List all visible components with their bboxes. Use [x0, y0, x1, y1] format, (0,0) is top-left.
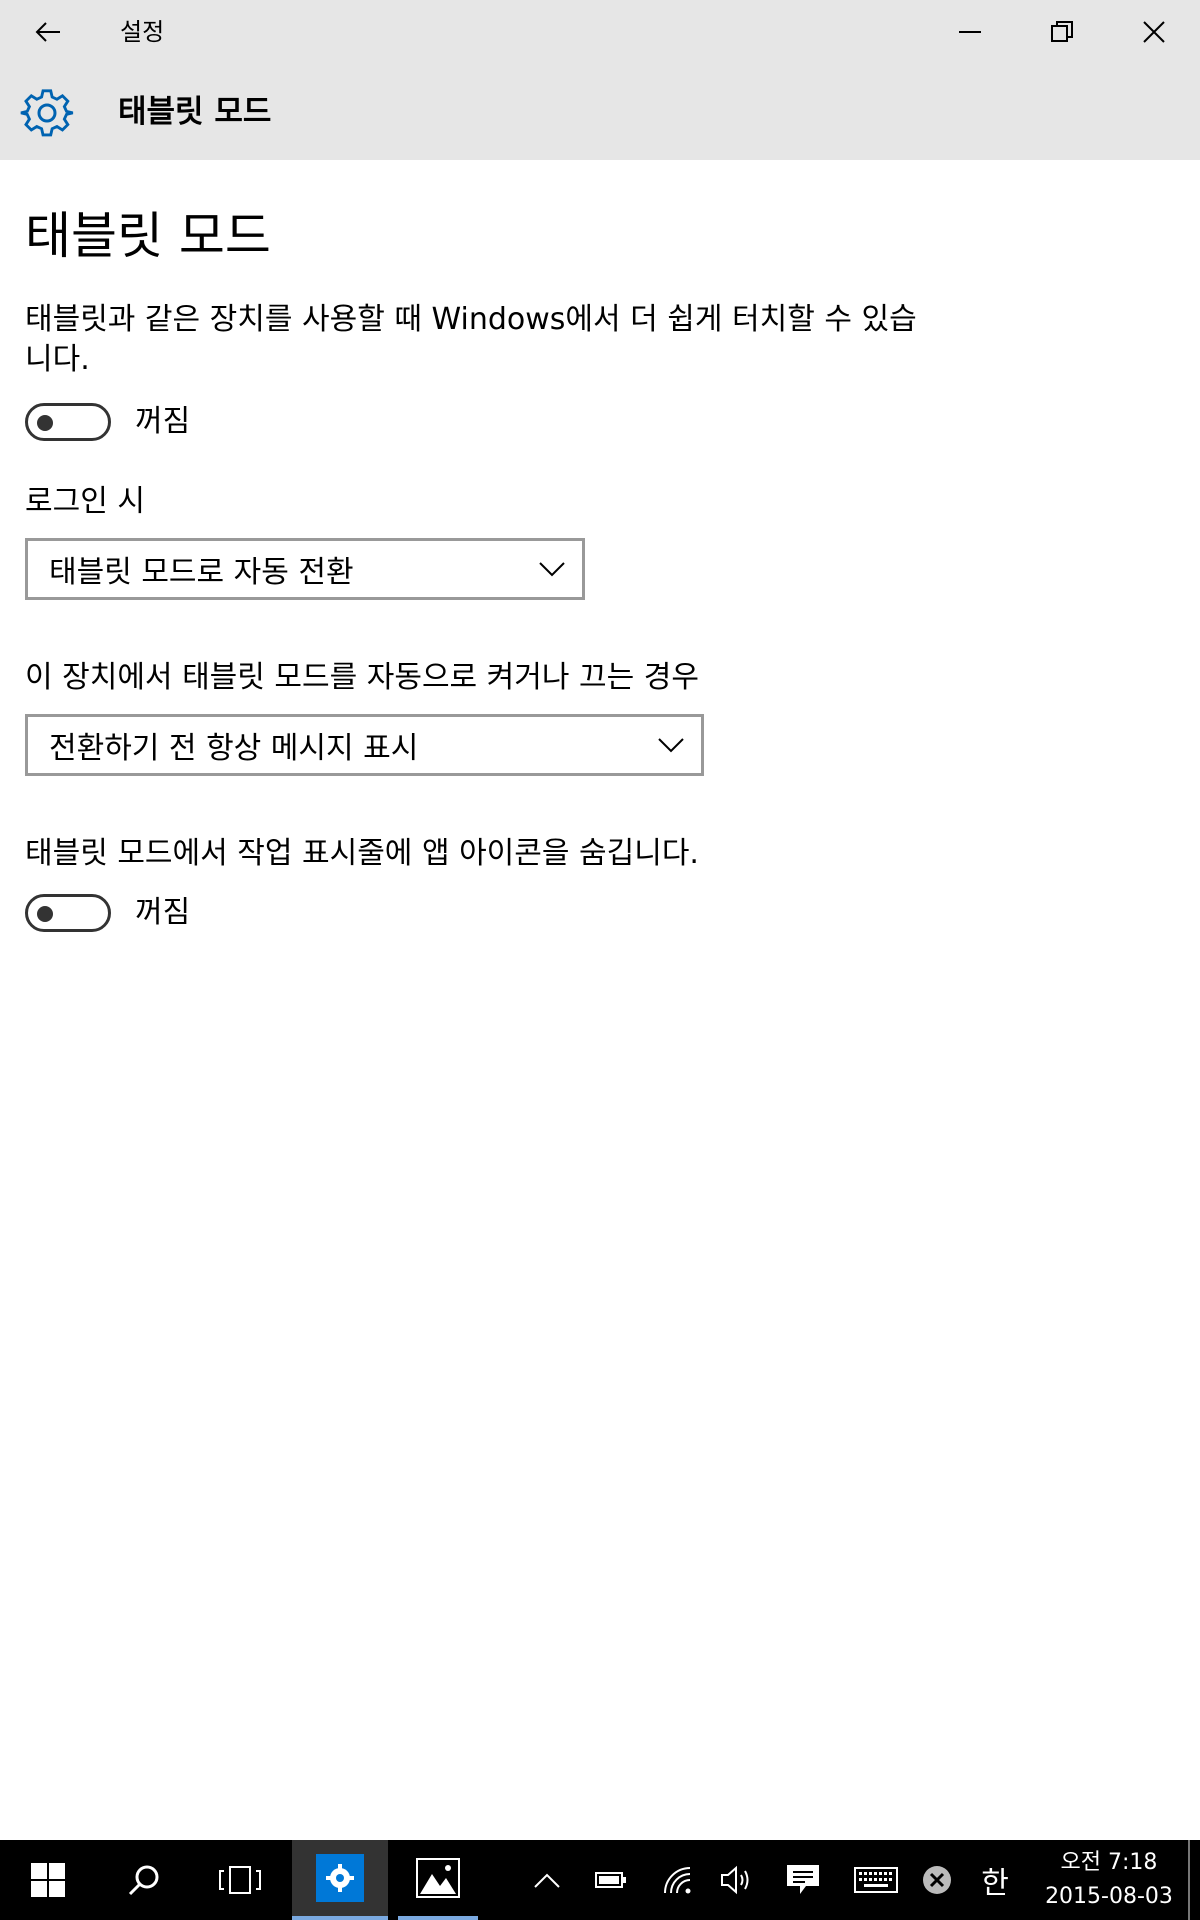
minimize-icon [959, 31, 981, 33]
taskbar: 한 오전 7:18 2015-08-03 [0, 1840, 1200, 1920]
close-circle-button[interactable] [912, 1840, 962, 1920]
network-button[interactable] [652, 1840, 702, 1920]
chevron-down-icon [539, 562, 565, 577]
clock-date: 2015-08-03 [1045, 1884, 1173, 1909]
hide-icons-toggle[interactable] [25, 894, 111, 932]
show-desktop-button[interactable] [1188, 1840, 1200, 1920]
search-button[interactable] [96, 1840, 192, 1920]
search-icon [128, 1865, 159, 1896]
title-bar: 설정 [0, 0, 1200, 64]
clock-time: 오전 7:18 [1060, 1850, 1158, 1875]
ime-icon: 한 [981, 1866, 1009, 1901]
touch-keyboard-button[interactable] [846, 1840, 906, 1920]
hide-icons-toggle-row: 꺼짐 [25, 893, 190, 933]
settings-header: 태블릿 모드 [0, 64, 1200, 160]
taskbar-photos-app[interactable] [398, 1840, 478, 1920]
show-hidden-icons-button[interactable] [522, 1840, 572, 1920]
battery-icon [595, 1872, 626, 1888]
back-button[interactable] [22, 12, 74, 52]
minimize-button[interactable] [924, 0, 1016, 64]
settings-tile [316, 1854, 364, 1902]
task-view-icon [219, 1866, 261, 1894]
keyboard-icon [854, 1867, 898, 1893]
page-title: 태블릿 모드 [25, 207, 271, 265]
signin-dropdown[interactable]: 태블릿 모드로 자동 전환 [25, 538, 585, 600]
volume-button[interactable] [712, 1840, 762, 1920]
action-center-button[interactable] [778, 1840, 828, 1920]
start-icon [31, 1863, 65, 1897]
action-center-icon [787, 1865, 819, 1894]
auto-switch-dropdown[interactable]: 전환하기 전 항상 메시지 표시 [25, 714, 704, 776]
task-view-button[interactable] [192, 1840, 288, 1920]
settings-icon [326, 1864, 354, 1892]
chevron-down-icon [658, 738, 684, 753]
hide-icons-label: 태블릿 모드에서 작업 표시줄에 앱 아이콘을 숨깁니다. [25, 836, 699, 871]
network-icon [664, 1867, 691, 1894]
tablet-mode-toggle-state: 꺼짐 [135, 404, 191, 439]
battery-button[interactable] [586, 1840, 636, 1920]
window-title: 설정 [120, 18, 165, 46]
ime-indicator[interactable]: 한 [970, 1840, 1020, 1920]
restore-button[interactable] [1016, 0, 1108, 64]
close-circle-icon [923, 1866, 951, 1894]
header-title: 태블릿 모드 [118, 94, 272, 130]
hide-icons-toggle-state: 꺼짐 [135, 895, 191, 930]
back-arrow-icon [35, 22, 60, 42]
close-icon [1143, 21, 1165, 43]
auto-switch-label: 이 장치에서 태블릿 모드를 자동으로 켜거나 끄는 경우 [25, 660, 699, 695]
photos-icon [416, 1858, 460, 1898]
close-button[interactable] [1108, 0, 1200, 64]
settings-content: 태블릿 모드 태블릿과 같은 장치를 사용할 때 Windows에서 더 쉽게 … [0, 160, 1200, 1840]
tablet-mode-description: 태블릿과 같은 장치를 사용할 때 Windows에서 더 쉽게 터치할 수 있… [25, 302, 917, 377]
toggle-knob [37, 415, 53, 431]
clock[interactable]: 오전 7:18 2015-08-03 [1040, 1846, 1178, 1914]
toggle-knob [37, 906, 53, 922]
chevron-up-icon [534, 1873, 560, 1888]
taskbar-settings-app[interactable] [292, 1840, 388, 1920]
signin-dropdown-value: 태블릿 모드로 자동 전환 [49, 555, 354, 590]
start-button[interactable] [0, 1840, 96, 1920]
restore-icon [1051, 21, 1073, 42]
signin-label: 로그인 시 [25, 484, 145, 519]
auto-switch-dropdown-value: 전환하기 전 항상 메시지 표시 [49, 731, 419, 766]
tablet-mode-toggle[interactable] [25, 403, 111, 441]
tablet-mode-toggle-row: 꺼짐 [25, 402, 190, 442]
volume-icon [721, 1865, 749, 1895]
gear-icon [20, 89, 74, 137]
